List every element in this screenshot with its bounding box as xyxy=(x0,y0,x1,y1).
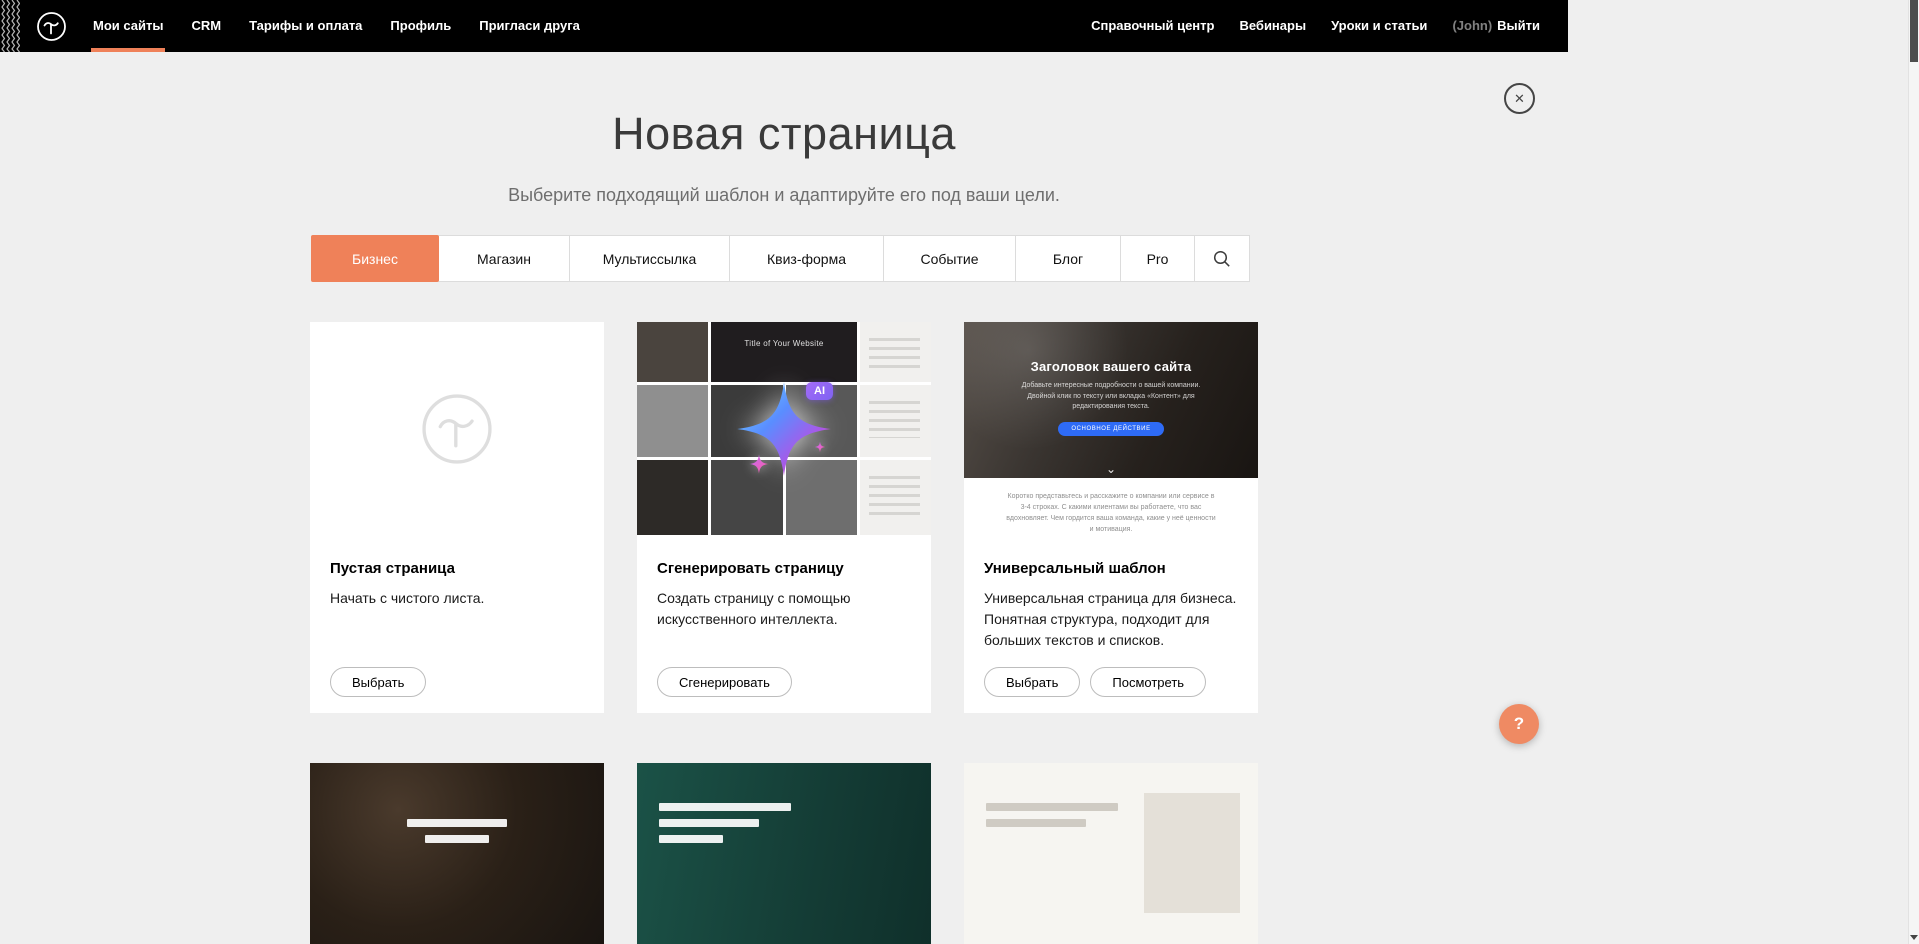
page-title: Новая страница xyxy=(0,108,1568,160)
tab-quiz-form[interactable]: Квиз-форма xyxy=(729,235,884,282)
card-universal-template: Заголовок вашего сайта Добавьте интересн… xyxy=(964,322,1258,713)
universal-preview: Заголовок вашего сайта Добавьте интересн… xyxy=(964,322,1258,535)
template-text-lines xyxy=(659,803,791,843)
tilda-logo[interactable] xyxy=(36,11,67,42)
card-ai-generate: Title of Your Website xyxy=(637,322,931,713)
generate-button[interactable]: Сгенерировать xyxy=(657,667,792,697)
choose-blank-button[interactable]: Выбрать xyxy=(330,667,426,697)
page-subtitle: Выберите подходящий шаблон и адаптируйте… xyxy=(0,185,1568,206)
scroll-down-button[interactable] xyxy=(1909,930,1919,944)
zigzag-pattern-icon xyxy=(0,0,20,52)
ai-spark-overlay: AI xyxy=(637,322,931,535)
tab-pro[interactable]: Pro xyxy=(1120,235,1195,282)
tab-search[interactable] xyxy=(1194,235,1250,282)
secondary-nav: Справочный центр Вебинары Уроки и статьи… xyxy=(1091,0,1540,52)
template-teal-preview xyxy=(637,763,931,944)
tab-store[interactable]: Магазин xyxy=(438,235,570,282)
chevron-down-icon: ⌄ xyxy=(1106,463,1116,475)
nav-item-my-sites[interactable]: Мои сайты xyxy=(93,0,163,52)
tab-blog[interactable]: Блог xyxy=(1015,235,1121,282)
template-light-image xyxy=(964,763,1258,944)
scrollbar[interactable] xyxy=(1908,0,1919,944)
top-navigation-bar: Мои сайты CRM Тарифы и оплата Профиль Пр… xyxy=(0,0,1568,52)
tab-business[interactable]: Бизнес xyxy=(311,235,439,282)
template-light-preview xyxy=(964,763,1258,944)
nav-item-help-center[interactable]: Справочный центр xyxy=(1091,0,1214,52)
tab-event[interactable]: Событие xyxy=(883,235,1016,282)
template-grid: Пустая страница Начать с чистого листа. … xyxy=(310,322,1258,944)
close-icon: ✕ xyxy=(1514,91,1525,106)
card-body: Сгенерировать страницу Создать страницу … xyxy=(637,535,931,713)
template-category-tabs: Бизнес Магазин Мультиссылка Квиз-форма С… xyxy=(311,235,1257,282)
template-dark-image xyxy=(310,763,604,944)
app-window: Мои сайты CRM Тарифы и оплата Профиль Пр… xyxy=(0,0,1568,944)
card-template-teal[interactable] xyxy=(637,763,931,944)
ai-preview: Title of Your Website xyxy=(637,322,931,535)
template-dark-preview xyxy=(310,763,604,944)
preview-universal-button[interactable]: Посмотреть xyxy=(1090,667,1206,697)
template-image-block xyxy=(1144,793,1240,913)
card-title: Универсальный шаблон xyxy=(984,560,1238,577)
card-template-light[interactable] xyxy=(964,763,1258,944)
card-body: Универсальный шаблон Универсальная стран… xyxy=(964,535,1258,713)
tab-multilink[interactable]: Мультиссылка xyxy=(569,235,730,282)
help-button[interactable]: ? xyxy=(1499,704,1539,744)
logout-link[interactable]: Выйти xyxy=(1497,0,1540,52)
nav-item-profile[interactable]: Профиль xyxy=(390,0,451,52)
primary-nav: Мои сайты CRM Тарифы и оплата Профиль Пр… xyxy=(93,0,580,52)
card-description: Универсальная страница для бизнеса. Поня… xyxy=(984,588,1238,651)
user-name: (John) xyxy=(1452,0,1492,52)
template-hero: Заголовок вашего сайта Добавьте интересн… xyxy=(964,322,1258,478)
ai-star-small-icon xyxy=(748,453,770,475)
template-hero-subtitle: Добавьте интересные подробности о вашей … xyxy=(1013,381,1209,413)
nav-item-invite-friend[interactable]: Пригласи друга xyxy=(479,0,580,52)
card-description: Начать с чистого листа. xyxy=(330,588,584,609)
search-icon xyxy=(1213,250,1231,268)
tilda-watermark-icon xyxy=(420,392,494,466)
card-body: Пустая страница Начать с чистого листа. … xyxy=(310,535,604,713)
nav-item-lessons[interactable]: Уроки и статьи xyxy=(1331,0,1427,52)
template-body: Коротко представьтесь и расскажите о ком… xyxy=(964,492,1258,535)
template-hero-title: Заголовок вашего сайта xyxy=(964,322,1258,374)
user-area: (John) Выйти xyxy=(1452,0,1540,52)
screen: Мои сайты CRM Тарифы и оплата Профиль Пр… xyxy=(0,0,1919,944)
scrollbar-thumb[interactable] xyxy=(1910,0,1918,62)
nav-item-tariffs[interactable]: Тарифы и оплата xyxy=(249,0,362,52)
new-page-panel: Новая страница Выберите подходящий шабло… xyxy=(0,108,1568,944)
card-title: Сгенерировать страницу xyxy=(657,560,911,577)
arrow-down-icon xyxy=(1910,935,1918,940)
card-title: Пустая страница xyxy=(330,560,584,577)
nav-item-crm[interactable]: CRM xyxy=(191,0,221,52)
template-text-lines xyxy=(407,819,507,843)
ai-star-tiny-icon xyxy=(814,441,826,453)
card-template-dark[interactable] xyxy=(310,763,604,944)
nav-item-webinars[interactable]: Вебинары xyxy=(1239,0,1306,52)
card-blank-page: Пустая страница Начать с чистого листа. … xyxy=(310,322,604,713)
template-cta-button: Основное действие xyxy=(1058,422,1163,436)
card-description: Создать страницу с помощью искусственног… xyxy=(657,588,911,630)
question-icon: ? xyxy=(1514,714,1524,733)
ai-badge: AI xyxy=(806,382,833,400)
close-button[interactable]: ✕ xyxy=(1504,83,1535,114)
blank-preview xyxy=(310,322,604,535)
template-paragraph: Коротко представьтесь и расскажите о ком… xyxy=(1005,492,1217,535)
template-teal-image xyxy=(637,763,931,944)
choose-universal-button[interactable]: Выбрать xyxy=(984,667,1080,697)
template-text-lines xyxy=(986,803,1118,827)
